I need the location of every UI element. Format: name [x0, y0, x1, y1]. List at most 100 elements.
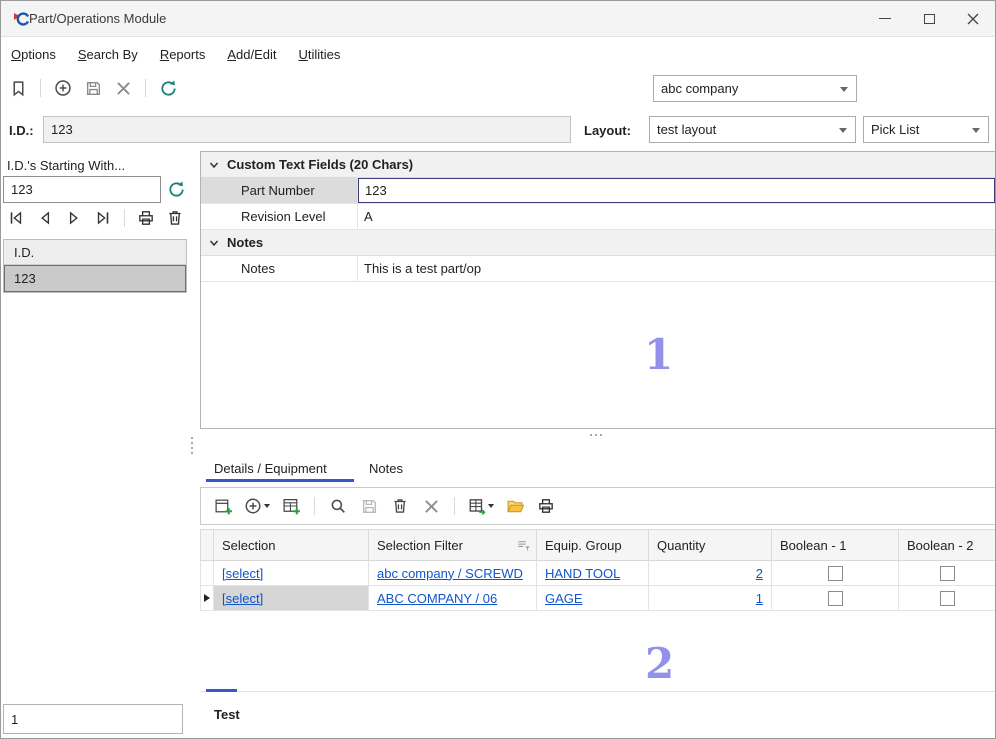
active-tab-indicator — [206, 479, 354, 482]
filter-refresh-button[interactable] — [167, 180, 186, 202]
boolean-2-checkbox[interactable] — [940, 566, 955, 581]
boolean-1-checkbox[interactable] — [828, 566, 843, 581]
menu-reports[interactable]: Reports — [160, 47, 206, 62]
save-record-button[interactable] — [82, 77, 104, 99]
column-header-boolean-1[interactable]: Boolean - 1 — [772, 529, 899, 561]
add-date-button[interactable] — [212, 495, 234, 517]
id-list-header[interactable]: I.D. — [4, 240, 186, 265]
select-link[interactable]: [select] — [222, 591, 263, 606]
menu-search-by[interactable]: Search By — [78, 47, 138, 62]
boolean-2-checkbox[interactable] — [940, 591, 955, 606]
column-header-equip-group[interactable]: Equip. Group — [537, 529, 649, 561]
id-filter-input[interactable]: 123 — [3, 176, 161, 203]
property-value-input[interactable]: This is a test part/op — [358, 256, 995, 281]
group-custom-text-fields[interactable]: Custom Text Fields (20 Chars) — [201, 152, 995, 178]
open-button[interactable] — [504, 495, 526, 517]
chevron-down-icon — [208, 159, 220, 171]
id-list-row-selected[interactable]: 123 — [4, 265, 186, 292]
menu-add-edit[interactable]: Add/Edit — [227, 47, 276, 62]
delete-list-button[interactable] — [164, 207, 186, 229]
id-input-value: 123 — [51, 122, 73, 137]
panel-1-watermark: 1 — [644, 330, 673, 379]
print-list-button[interactable] — [135, 207, 157, 229]
horizontal-splitter-handle[interactable] — [590, 434, 602, 436]
minimize-button[interactable] — [863, 1, 907, 36]
property-row-part-number: Part Number 123 — [201, 178, 995, 204]
equip-group-link[interactable]: HAND TOOL — [545, 566, 620, 581]
column-header-selection-filter[interactable]: Selection Filter — [369, 529, 537, 561]
select-link[interactable]: [select] — [222, 566, 263, 581]
add-row-dropdown-button[interactable] — [243, 495, 271, 517]
selection-filter-link[interactable]: ABC COMPANY / 06 — [377, 591, 497, 606]
bottom-tabstrip-line — [200, 691, 996, 692]
refresh-button[interactable] — [157, 77, 179, 99]
selection-filter-link[interactable]: abc company / SCREWD — [377, 566, 523, 581]
boolean-2-cell — [899, 561, 996, 586]
chevron-down-icon — [208, 237, 220, 249]
trash-icon — [166, 209, 184, 227]
cancel-x-icon — [424, 499, 439, 514]
save-icon — [361, 498, 378, 515]
id-input[interactable]: 123 — [43, 116, 571, 143]
property-label[interactable]: Notes — [201, 256, 358, 281]
layout-dropdown[interactable]: test layout — [649, 116, 856, 143]
column-header-quantity[interactable]: Quantity — [649, 529, 772, 561]
search-rows-button[interactable] — [327, 495, 349, 517]
row-indicator-cell — [200, 561, 214, 586]
quantity-link[interactable]: 2 — [756, 566, 763, 581]
table-header-row: Selection Selection Filter Equip. Group … — [200, 529, 996, 561]
detail-panel-1: Custom Text Fields (20 Chars) Part Numbe… — [200, 151, 996, 429]
nav-prev-button[interactable] — [34, 207, 56, 229]
refresh-icon — [159, 79, 178, 98]
nav-next-button[interactable] — [63, 207, 85, 229]
maximize-button[interactable] — [907, 1, 951, 36]
current-row-indicator-icon — [204, 594, 210, 602]
equip-group-link[interactable]: GAGE — [545, 591, 583, 606]
property-label[interactable]: Part Number — [201, 178, 358, 203]
row-indicator-cell — [200, 586, 214, 611]
boolean-1-checkbox[interactable] — [828, 591, 843, 606]
column-header-boolean-2[interactable]: Boolean - 2 — [899, 529, 996, 561]
close-button[interactable] — [951, 1, 995, 36]
plus-circle-icon — [244, 497, 262, 515]
bookmark-button[interactable] — [7, 77, 29, 99]
close-icon — [967, 13, 979, 25]
group-notes[interactable]: Notes — [201, 230, 995, 256]
add-record-button[interactable] — [52, 77, 74, 99]
property-value-input[interactable]: 123 — [358, 178, 995, 203]
toolbar-separator — [124, 209, 125, 227]
vertical-splitter-handle[interactable] — [191, 437, 193, 454]
save-rows-button[interactable] — [358, 495, 380, 517]
selection-cell: [select] — [214, 586, 369, 611]
delete-x-icon — [116, 81, 131, 96]
property-value-input[interactable]: A — [358, 204, 995, 229]
tab-details-equipment[interactable]: Details / Equipment — [214, 456, 327, 480]
delete-record-button[interactable] — [112, 77, 134, 99]
menu-utilities[interactable]: Utilities — [299, 47, 341, 62]
view-mode-dropdown[interactable]: Pick List — [863, 116, 989, 143]
nav-first-button[interactable] — [5, 207, 27, 229]
delete-rows-button[interactable] — [389, 495, 411, 517]
tab-notes[interactable]: Notes — [369, 456, 403, 480]
refresh-icon — [167, 180, 186, 199]
print-grid-button[interactable] — [535, 495, 557, 517]
property-label[interactable]: Revision Level — [201, 204, 358, 229]
menu-options[interactable]: Options — [11, 47, 56, 62]
printer-icon — [537, 497, 555, 515]
id-label: I.D.: — [9, 123, 34, 138]
quantity-link[interactable]: 1 — [756, 591, 763, 606]
export-grid-dropdown-button[interactable] — [467, 495, 495, 517]
table-row: [select] abc company / SCREWD HAND TOOL … — [200, 561, 996, 586]
filter-funnel-icon[interactable] — [517, 539, 530, 552]
view-mode-dropdown-value: Pick List — [871, 122, 919, 137]
nav-prev-icon — [36, 209, 54, 227]
add-from-template-button[interactable] — [280, 495, 302, 517]
id-list: I.D. 123 — [3, 239, 187, 293]
search-icon — [329, 497, 347, 515]
company-dropdown[interactable]: abc company — [653, 75, 857, 102]
record-count-box: 1 — [3, 704, 183, 734]
bottom-tab-test[interactable]: Test — [214, 707, 240, 722]
column-header-selection[interactable]: Selection — [214, 529, 369, 561]
nav-last-button[interactable] — [92, 207, 114, 229]
cancel-rows-button[interactable] — [420, 495, 442, 517]
